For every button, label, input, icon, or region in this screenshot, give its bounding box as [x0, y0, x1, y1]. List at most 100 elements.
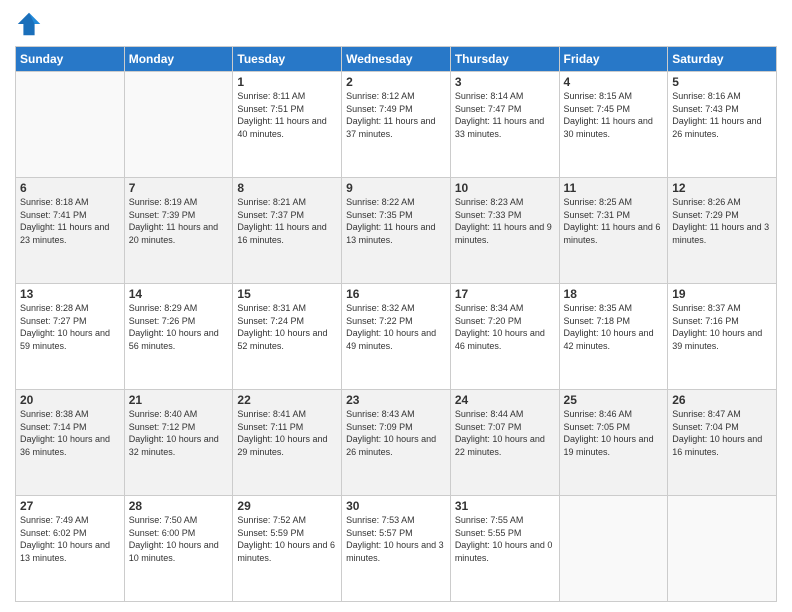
- calendar-cell: 22Sunrise: 8:41 AM Sunset: 7:11 PM Dayli…: [233, 390, 342, 496]
- day-number: 14: [129, 287, 229, 301]
- calendar-cell: 20Sunrise: 8:38 AM Sunset: 7:14 PM Dayli…: [16, 390, 125, 496]
- day-number: 19: [672, 287, 772, 301]
- calendar-week-row: 20Sunrise: 8:38 AM Sunset: 7:14 PM Dayli…: [16, 390, 777, 496]
- day-info: Sunrise: 8:47 AM Sunset: 7:04 PM Dayligh…: [672, 408, 772, 458]
- day-number: 29: [237, 499, 337, 513]
- calendar-cell: 23Sunrise: 8:43 AM Sunset: 7:09 PM Dayli…: [342, 390, 451, 496]
- day-info: Sunrise: 8:40 AM Sunset: 7:12 PM Dayligh…: [129, 408, 229, 458]
- calendar-cell: 11Sunrise: 8:25 AM Sunset: 7:31 PM Dayli…: [559, 178, 668, 284]
- calendar-cell: 10Sunrise: 8:23 AM Sunset: 7:33 PM Dayli…: [450, 178, 559, 284]
- day-info: Sunrise: 8:23 AM Sunset: 7:33 PM Dayligh…: [455, 196, 555, 246]
- day-info: Sunrise: 8:31 AM Sunset: 7:24 PM Dayligh…: [237, 302, 337, 352]
- day-number: 20: [20, 393, 120, 407]
- day-info: Sunrise: 8:29 AM Sunset: 7:26 PM Dayligh…: [129, 302, 229, 352]
- day-number: 5: [672, 75, 772, 89]
- day-number: 15: [237, 287, 337, 301]
- day-number: 17: [455, 287, 555, 301]
- day-info: Sunrise: 8:41 AM Sunset: 7:11 PM Dayligh…: [237, 408, 337, 458]
- day-info: Sunrise: 7:53 AM Sunset: 5:57 PM Dayligh…: [346, 514, 446, 564]
- day-info: Sunrise: 7:49 AM Sunset: 6:02 PM Dayligh…: [20, 514, 120, 564]
- calendar-cell: 18Sunrise: 8:35 AM Sunset: 7:18 PM Dayli…: [559, 284, 668, 390]
- calendar-cell: 9Sunrise: 8:22 AM Sunset: 7:35 PM Daylig…: [342, 178, 451, 284]
- calendar-cell: 31Sunrise: 7:55 AM Sunset: 5:55 PM Dayli…: [450, 496, 559, 602]
- day-info: Sunrise: 8:35 AM Sunset: 7:18 PM Dayligh…: [564, 302, 664, 352]
- calendar-cell: 17Sunrise: 8:34 AM Sunset: 7:20 PM Dayli…: [450, 284, 559, 390]
- day-number: 8: [237, 181, 337, 195]
- calendar-week-row: 6Sunrise: 8:18 AM Sunset: 7:41 PM Daylig…: [16, 178, 777, 284]
- calendar-cell: 1Sunrise: 8:11 AM Sunset: 7:51 PM Daylig…: [233, 72, 342, 178]
- calendar-week-row: 13Sunrise: 8:28 AM Sunset: 7:27 PM Dayli…: [16, 284, 777, 390]
- day-info: Sunrise: 8:18 AM Sunset: 7:41 PM Dayligh…: [20, 196, 120, 246]
- calendar-cell: 7Sunrise: 8:19 AM Sunset: 7:39 PM Daylig…: [124, 178, 233, 284]
- day-number: 6: [20, 181, 120, 195]
- calendar-week-row: 1Sunrise: 8:11 AM Sunset: 7:51 PM Daylig…: [16, 72, 777, 178]
- calendar-cell: [16, 72, 125, 178]
- day-info: Sunrise: 7:50 AM Sunset: 6:00 PM Dayligh…: [129, 514, 229, 564]
- day-info: Sunrise: 7:52 AM Sunset: 5:59 PM Dayligh…: [237, 514, 337, 564]
- day-info: Sunrise: 8:25 AM Sunset: 7:31 PM Dayligh…: [564, 196, 664, 246]
- day-number: 9: [346, 181, 446, 195]
- weekday-header: Sunday: [16, 47, 125, 72]
- calendar-cell: 13Sunrise: 8:28 AM Sunset: 7:27 PM Dayli…: [16, 284, 125, 390]
- calendar-cell: 5Sunrise: 8:16 AM Sunset: 7:43 PM Daylig…: [668, 72, 777, 178]
- day-number: 25: [564, 393, 664, 407]
- day-number: 26: [672, 393, 772, 407]
- day-info: Sunrise: 8:43 AM Sunset: 7:09 PM Dayligh…: [346, 408, 446, 458]
- day-info: Sunrise: 8:46 AM Sunset: 7:05 PM Dayligh…: [564, 408, 664, 458]
- day-number: 27: [20, 499, 120, 513]
- day-info: Sunrise: 8:32 AM Sunset: 7:22 PM Dayligh…: [346, 302, 446, 352]
- day-number: 30: [346, 499, 446, 513]
- calendar-cell: 21Sunrise: 8:40 AM Sunset: 7:12 PM Dayli…: [124, 390, 233, 496]
- calendar-cell: 3Sunrise: 8:14 AM Sunset: 7:47 PM Daylig…: [450, 72, 559, 178]
- day-info: Sunrise: 8:44 AM Sunset: 7:07 PM Dayligh…: [455, 408, 555, 458]
- day-number: 4: [564, 75, 664, 89]
- logo: [15, 10, 45, 38]
- calendar-cell: 28Sunrise: 7:50 AM Sunset: 6:00 PM Dayli…: [124, 496, 233, 602]
- day-info: Sunrise: 8:26 AM Sunset: 7:29 PM Dayligh…: [672, 196, 772, 246]
- calendar-cell: 12Sunrise: 8:26 AM Sunset: 7:29 PM Dayli…: [668, 178, 777, 284]
- calendar-cell: 8Sunrise: 8:21 AM Sunset: 7:37 PM Daylig…: [233, 178, 342, 284]
- day-info: Sunrise: 8:21 AM Sunset: 7:37 PM Dayligh…: [237, 196, 337, 246]
- calendar-cell: [559, 496, 668, 602]
- day-number: 23: [346, 393, 446, 407]
- logo-icon: [15, 10, 43, 38]
- calendar-week-row: 27Sunrise: 7:49 AM Sunset: 6:02 PM Dayli…: [16, 496, 777, 602]
- calendar-cell: 14Sunrise: 8:29 AM Sunset: 7:26 PM Dayli…: [124, 284, 233, 390]
- day-info: Sunrise: 8:28 AM Sunset: 7:27 PM Dayligh…: [20, 302, 120, 352]
- weekday-header: Thursday: [450, 47, 559, 72]
- calendar-cell: 26Sunrise: 8:47 AM Sunset: 7:04 PM Dayli…: [668, 390, 777, 496]
- calendar-table: SundayMondayTuesdayWednesdayThursdayFrid…: [15, 46, 777, 602]
- day-info: Sunrise: 8:15 AM Sunset: 7:45 PM Dayligh…: [564, 90, 664, 140]
- calendar-cell: 25Sunrise: 8:46 AM Sunset: 7:05 PM Dayli…: [559, 390, 668, 496]
- calendar-cell: 29Sunrise: 7:52 AM Sunset: 5:59 PM Dayli…: [233, 496, 342, 602]
- day-number: 12: [672, 181, 772, 195]
- day-number: 2: [346, 75, 446, 89]
- header: [15, 10, 777, 38]
- day-number: 18: [564, 287, 664, 301]
- day-number: 13: [20, 287, 120, 301]
- day-info: Sunrise: 8:14 AM Sunset: 7:47 PM Dayligh…: [455, 90, 555, 140]
- day-info: Sunrise: 8:12 AM Sunset: 7:49 PM Dayligh…: [346, 90, 446, 140]
- day-number: 21: [129, 393, 229, 407]
- day-info: Sunrise: 8:34 AM Sunset: 7:20 PM Dayligh…: [455, 302, 555, 352]
- day-info: Sunrise: 8:16 AM Sunset: 7:43 PM Dayligh…: [672, 90, 772, 140]
- calendar-cell: 24Sunrise: 8:44 AM Sunset: 7:07 PM Dayli…: [450, 390, 559, 496]
- day-info: Sunrise: 8:11 AM Sunset: 7:51 PM Dayligh…: [237, 90, 337, 140]
- calendar-cell: 30Sunrise: 7:53 AM Sunset: 5:57 PM Dayli…: [342, 496, 451, 602]
- day-number: 11: [564, 181, 664, 195]
- day-info: Sunrise: 8:37 AM Sunset: 7:16 PM Dayligh…: [672, 302, 772, 352]
- day-number: 28: [129, 499, 229, 513]
- day-info: Sunrise: 8:19 AM Sunset: 7:39 PM Dayligh…: [129, 196, 229, 246]
- day-number: 3: [455, 75, 555, 89]
- day-info: Sunrise: 8:38 AM Sunset: 7:14 PM Dayligh…: [20, 408, 120, 458]
- calendar-cell: 16Sunrise: 8:32 AM Sunset: 7:22 PM Dayli…: [342, 284, 451, 390]
- calendar-cell: 6Sunrise: 8:18 AM Sunset: 7:41 PM Daylig…: [16, 178, 125, 284]
- calendar-cell: [124, 72, 233, 178]
- day-number: 7: [129, 181, 229, 195]
- day-number: 22: [237, 393, 337, 407]
- calendar-cell: 15Sunrise: 8:31 AM Sunset: 7:24 PM Dayli…: [233, 284, 342, 390]
- weekday-header: Friday: [559, 47, 668, 72]
- calendar-cell: 4Sunrise: 8:15 AM Sunset: 7:45 PM Daylig…: [559, 72, 668, 178]
- calendar-cell: 27Sunrise: 7:49 AM Sunset: 6:02 PM Dayli…: [16, 496, 125, 602]
- day-info: Sunrise: 7:55 AM Sunset: 5:55 PM Dayligh…: [455, 514, 555, 564]
